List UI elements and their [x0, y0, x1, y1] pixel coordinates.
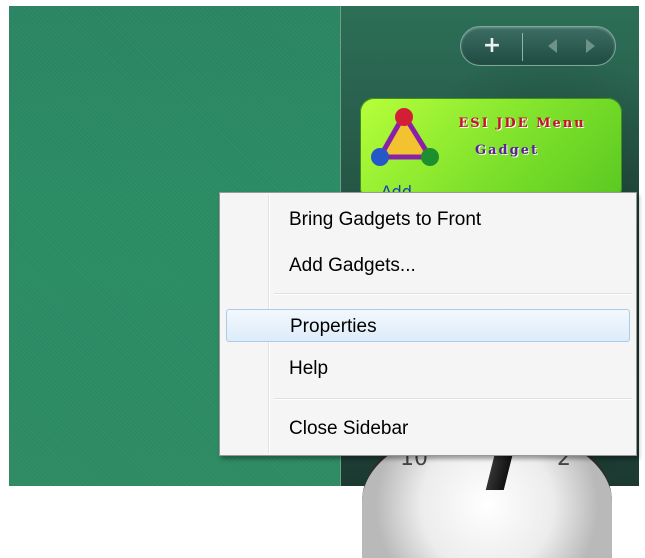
sidebar-controls: + — [460, 26, 616, 66]
plus-icon[interactable]: + — [471, 31, 513, 61]
controls-divider — [522, 33, 523, 61]
menu-item-properties[interactable]: Properties — [226, 309, 630, 342]
menu-item-add-gadgets[interactable]: Add Gadgets... — [223, 249, 633, 282]
menu-item-help[interactable]: Help — [223, 352, 633, 385]
menu-separator — [274, 293, 632, 295]
gadget-subtitle: Gadget — [475, 143, 539, 158]
menu-item-close-sidebar[interactable]: Close Sidebar — [223, 412, 633, 445]
gadget-title: ESI JDE Menu — [458, 116, 586, 131]
context-menu: Bring Gadgets to Front Add Gadgets... Pr… — [219, 192, 637, 456]
menu-separator — [274, 398, 632, 400]
triangle-right-icon[interactable] — [586, 39, 595, 53]
triangle-left-icon[interactable] — [548, 39, 557, 53]
menu-item-bring-gadgets-to-front[interactable]: Bring Gadgets to Front — [223, 203, 633, 236]
